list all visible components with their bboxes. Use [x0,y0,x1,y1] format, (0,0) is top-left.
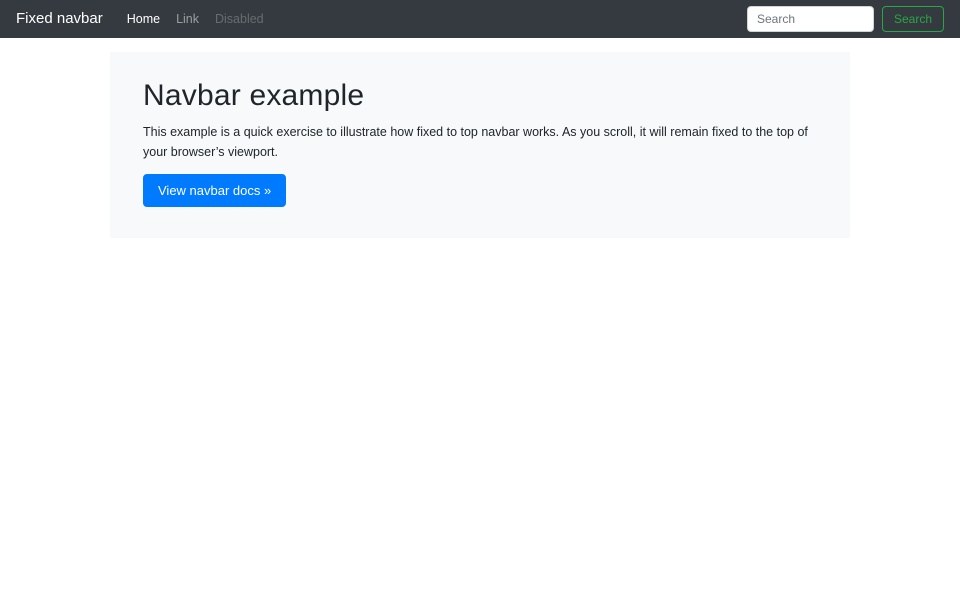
jumbotron: Navbar example This example is a quick e… [110,52,850,238]
search-form: Search [747,6,944,32]
main-content: Navbar example This example is a quick e… [110,52,850,238]
nav-item-disabled: Disabled [207,12,272,26]
page-title: Navbar example [143,78,817,114]
navbar-nav: Home Link Disabled [119,10,272,28]
search-input[interactable] [747,6,874,32]
view-navbar-docs-button[interactable]: View navbar docs » [143,174,286,207]
nav-item-home-wrap: Home [119,10,168,28]
nav-item-link[interactable]: Link [168,12,207,26]
navbar-brand[interactable]: Fixed navbar [16,0,103,38]
search-button[interactable]: Search [882,6,944,32]
page-description: This example is a quick exercise to illu… [143,122,817,162]
nav-item-home[interactable]: Home [119,12,168,26]
top-navbar: Fixed navbar Home Link Disabled Search [0,0,960,38]
nav-item-disabled-wrap: Disabled [207,10,272,28]
nav-item-link-wrap: Link [168,10,207,28]
